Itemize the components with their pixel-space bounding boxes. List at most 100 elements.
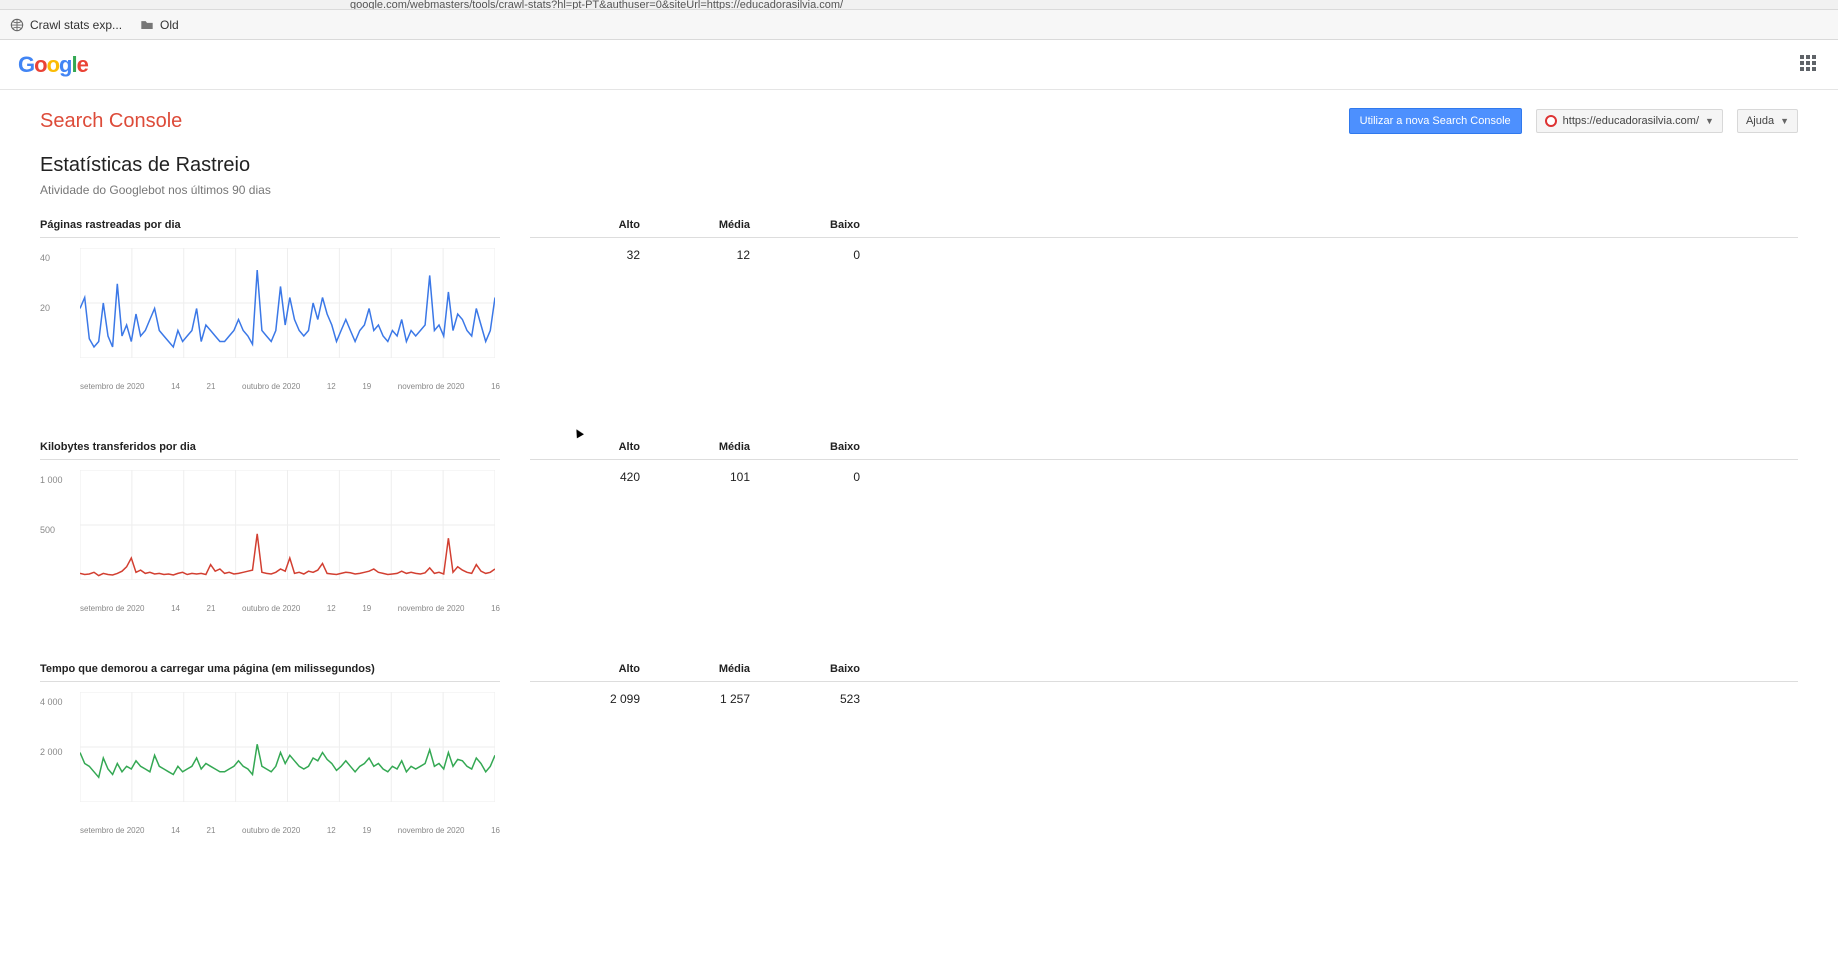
stats-column: Alto Média Baixo 420 101 0 xyxy=(500,441,1798,613)
stats-value-avg: 101 xyxy=(640,470,750,484)
chart-area[interactable]: 40 20 xyxy=(40,248,500,378)
header-controls: Utilizar a nova Search Console https://e… xyxy=(1349,108,1798,134)
site-selector[interactable]: https://educadorasilvia.com/ ▼ xyxy=(1536,109,1723,133)
globe-icon xyxy=(10,18,24,32)
x-axis-label: 19 xyxy=(362,382,371,391)
x-axis-label: outubro de 2020 xyxy=(242,826,300,835)
crawl-stats-section: Páginas rastreadas por dia 40 20 setembr… xyxy=(40,219,1798,391)
x-axis-label: 12 xyxy=(327,382,336,391)
x-axis-label: novembro de 2020 xyxy=(398,382,465,391)
stats-header-avg: Média xyxy=(640,441,750,453)
y-axis-label: 4 000 xyxy=(40,697,63,707)
y-axis-label: 2 000 xyxy=(40,747,63,757)
x-axis-label: 21 xyxy=(207,826,216,835)
x-axis-label: 12 xyxy=(327,604,336,613)
line-chart xyxy=(80,692,495,802)
help-label: Ajuda xyxy=(1746,115,1774,127)
line-chart xyxy=(80,470,495,580)
y-axis-label: 40 xyxy=(40,253,50,263)
stats-value-low: 523 xyxy=(750,692,860,706)
bookmark-crawl-stats[interactable]: Crawl stats exp... xyxy=(10,18,122,32)
x-axis-label: setembro de 2020 xyxy=(80,604,145,613)
google-header: Google xyxy=(0,40,1838,90)
stats-value-high: 32 xyxy=(530,248,640,262)
x-axis-label: setembro de 2020 xyxy=(80,826,145,835)
y-axis-label: 20 xyxy=(40,303,50,313)
x-axis-label: 14 xyxy=(171,382,180,391)
browser-address-bar: google.com/webmasters/tools/crawl-stats?… xyxy=(0,0,1838,10)
x-axis-label: 14 xyxy=(171,604,180,613)
x-axis-label: novembro de 2020 xyxy=(398,826,465,835)
chart-area[interactable]: 1 000 500 xyxy=(40,470,500,600)
stats-value-row: 32 12 0 xyxy=(530,248,1798,262)
stats-value-avg: 12 xyxy=(640,248,750,262)
page-subtitle: Atividade do Googlebot nos últimos 90 di… xyxy=(40,183,1798,197)
chevron-down-icon: ▼ xyxy=(1780,116,1789,126)
x-axis-label: 14 xyxy=(171,826,180,835)
x-axis-label: setembro de 2020 xyxy=(80,382,145,391)
x-axis-label: 12 xyxy=(327,826,336,835)
line-chart xyxy=(80,248,495,358)
site-favicon-icon xyxy=(1545,115,1557,127)
bookmark-label: Old xyxy=(160,18,179,32)
new-search-console-button[interactable]: Utilizar a nova Search Console xyxy=(1349,108,1522,134)
bookmark-old[interactable]: Old xyxy=(140,18,179,32)
stats-header-low: Baixo xyxy=(750,441,860,453)
stats-header-low: Baixo xyxy=(750,663,860,675)
x-axis-label: outubro de 2020 xyxy=(242,604,300,613)
stats-value-low: 0 xyxy=(750,470,860,484)
x-axis: setembro de 2020 14 21 outubro de 2020 12 19 n… xyxy=(40,600,500,613)
stats-value-row: 420 101 0 xyxy=(530,470,1798,484)
stats-column: Alto Média Baixo 2 099 1 257 523 xyxy=(500,663,1798,835)
chart-column: Kilobytes transferidos por dia 1 000 500… xyxy=(40,441,500,613)
stats-header-high: Alto xyxy=(530,441,640,453)
chart-title: Kilobytes transferidos por dia xyxy=(40,441,500,460)
url-text: google.com/webmasters/tools/crawl-stats?… xyxy=(350,0,843,10)
stats-header-row: Alto Média Baixo xyxy=(530,441,1798,460)
chevron-down-icon: ▼ xyxy=(1705,116,1714,126)
folder-icon xyxy=(140,18,154,32)
search-console-title: Search Console xyxy=(40,110,182,133)
x-axis-label: 19 xyxy=(362,604,371,613)
crawl-stats-section: Kilobytes transferidos por dia 1 000 500… xyxy=(40,441,1798,613)
stats-header-row: Alto Média Baixo xyxy=(530,663,1798,682)
bookmark-bar: Crawl stats exp... Old xyxy=(0,10,1838,40)
stats-header-low: Baixo xyxy=(750,219,860,231)
x-axis-label: 21 xyxy=(207,382,216,391)
help-button[interactable]: Ajuda ▼ xyxy=(1737,109,1798,133)
y-axis-label: 1 000 xyxy=(40,475,63,485)
stats-value-high: 420 xyxy=(530,470,640,484)
x-axis-label: 16 xyxy=(491,604,500,613)
stats-column: Alto Média Baixo 32 12 0 xyxy=(500,219,1798,391)
stats-header-high: Alto xyxy=(530,219,640,231)
x-axis: setembro de 2020 14 21 outubro de 2020 12 19 n… xyxy=(40,378,500,391)
search-console-header: Search Console Utilizar a nova Search Co… xyxy=(0,90,1838,144)
main-content: Estatísticas de Rastreio Atividade do Go… xyxy=(0,144,1838,925)
chart-title: Tempo que demorou a carregar uma página … xyxy=(40,663,500,682)
stats-value-avg: 1 257 xyxy=(640,692,750,706)
chart-area[interactable]: 4 000 2 000 xyxy=(40,692,500,822)
stats-header-avg: Média xyxy=(640,663,750,675)
site-url-label: https://educadorasilvia.com/ xyxy=(1563,115,1699,127)
stats-header-avg: Média xyxy=(640,219,750,231)
stats-value-row: 2 099 1 257 523 xyxy=(530,692,1798,706)
stats-header-high: Alto xyxy=(530,663,640,675)
y-axis-label: 500 xyxy=(40,525,55,535)
bookmark-label: Crawl stats exp... xyxy=(30,18,122,32)
stats-value-low: 0 xyxy=(750,248,860,262)
apps-grid-icon[interactable] xyxy=(1800,55,1820,75)
x-axis-label: novembro de 2020 xyxy=(398,604,465,613)
stats-header-row: Alto Média Baixo xyxy=(530,219,1798,238)
x-axis-label: 16 xyxy=(491,382,500,391)
x-axis-label: 19 xyxy=(362,826,371,835)
chart-column: Tempo que demorou a carregar uma página … xyxy=(40,663,500,835)
chart-column: Páginas rastreadas por dia 40 20 setembr… xyxy=(40,219,500,391)
x-axis-label: 16 xyxy=(491,826,500,835)
x-axis: setembro de 2020 14 21 outubro de 2020 12 19 n… xyxy=(40,822,500,835)
page-title: Estatísticas de Rastreio xyxy=(40,154,1798,177)
google-logo[interactable]: Google xyxy=(18,52,88,78)
x-axis-label: outubro de 2020 xyxy=(242,382,300,391)
chart-title: Páginas rastreadas por dia xyxy=(40,219,500,238)
x-axis-label: 21 xyxy=(207,604,216,613)
stats-value-high: 2 099 xyxy=(530,692,640,706)
